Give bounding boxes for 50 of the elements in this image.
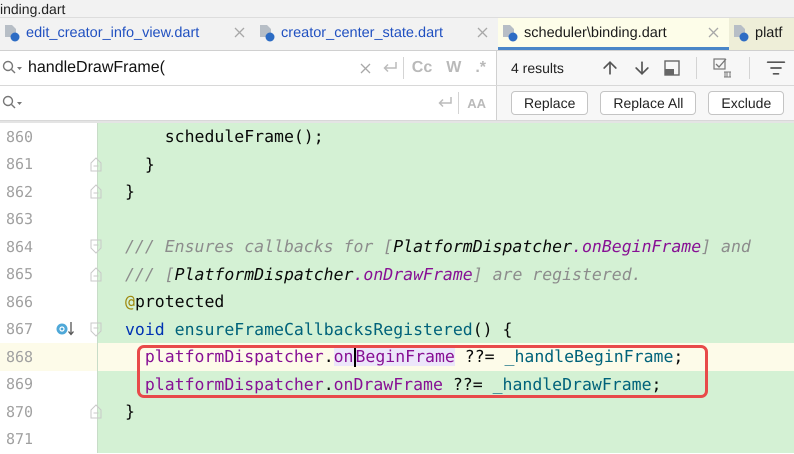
close-icon[interactable] xyxy=(234,27,245,38)
code-text: } xyxy=(125,402,135,422)
line-number: 862 xyxy=(6,182,34,201)
search-field[interactable]: handleDrawFrame( xyxy=(24,51,360,85)
replace-button[interactable]: Replace xyxy=(511,91,588,115)
fold-marker-icon[interactable] xyxy=(90,322,102,337)
dart-file-icon xyxy=(259,24,275,42)
code-text: void ensureFrameCallbacksRegistered() { xyxy=(125,320,512,339)
line-number: 869 xyxy=(6,375,34,394)
code-text: /// [PlatformDispatcher.onDrawFrame] are registered. xyxy=(125,264,642,284)
code-text: @protected xyxy=(125,292,224,312)
line-number: 860 xyxy=(6,128,34,146)
fold-marker-icon[interactable] xyxy=(90,266,102,282)
line-number: 871 xyxy=(6,430,34,448)
close-icon[interactable] xyxy=(477,27,488,38)
fold-marker-icon[interactable] xyxy=(90,184,102,200)
line-number: 866 xyxy=(6,292,34,311)
line-number: 870 xyxy=(6,402,34,421)
line-number: 863 xyxy=(6,210,34,228)
line-number: 864 xyxy=(6,238,34,256)
editor-tab[interactable]: scheduler\binding.dart xyxy=(498,18,729,50)
window-title: inding.dart xyxy=(0,1,66,17)
dart-file-icon xyxy=(502,24,518,42)
line-number: 865 xyxy=(6,265,34,284)
replace-button[interactable]: Replace All xyxy=(600,91,696,115)
search-icon[interactable] xyxy=(2,60,24,76)
results-count: 4 results xyxy=(511,60,564,76)
editor-tab[interactable]: creator_center_state.dart xyxy=(255,18,498,50)
code-text: } xyxy=(144,154,155,174)
square-icon[interactable] xyxy=(664,60,680,76)
code-text: scheduleFrame(); xyxy=(164,127,324,146)
code-text: platformDispatcher.onDrawFrame ??= _handleDrawFrame; xyxy=(144,374,662,394)
replace-button[interactable]: Exclude xyxy=(708,91,784,115)
fold-marker-icon[interactable] xyxy=(90,156,102,172)
close-icon[interactable] xyxy=(708,27,719,38)
editor-tab[interactable]: platf xyxy=(729,18,794,50)
editor-tab[interactable]: edit_creator_info_view.dart xyxy=(0,18,255,50)
search-icon[interactable] xyxy=(2,95,24,111)
checkbox-select-icon[interactable] xyxy=(712,58,733,78)
fold-marker-icon[interactable] xyxy=(90,239,102,254)
code-text: platformDispatcher.on BeginFrame ??= _handleBeginFrame; xyxy=(144,346,684,367)
code-text: /// Ensures callbacks for [PlatformDispatcher.onBeginFrame] and xyxy=(125,237,751,256)
dart-file-icon xyxy=(733,24,749,42)
line-number: 861 xyxy=(6,155,34,174)
line-number: 867 xyxy=(6,320,34,338)
code-text: } xyxy=(125,182,135,202)
fold-marker-icon[interactable] xyxy=(90,404,102,420)
close-icon[interactable] xyxy=(360,62,371,74)
line-number: 868 xyxy=(6,348,34,366)
dart-file-icon xyxy=(4,24,20,42)
